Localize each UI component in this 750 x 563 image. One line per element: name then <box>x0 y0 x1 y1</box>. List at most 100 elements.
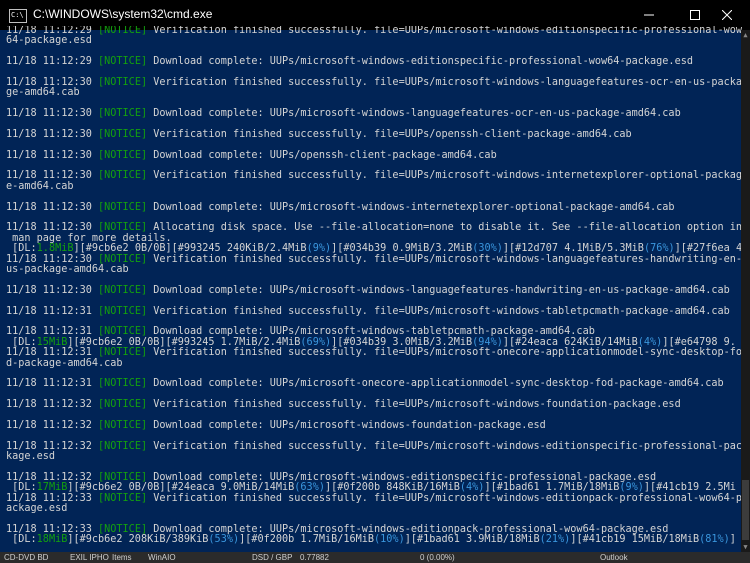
log-message: Download complete: UUPs/microsoft-window… <box>147 284 730 296</box>
timestamp: 11/18 11:12:32 <box>6 471 99 483</box>
progress-segment: [DL: <box>6 243 37 255</box>
progress-segment: ][#1bad61 3.9MiB/18MiB <box>404 534 540 546</box>
progress-percent: (53%) <box>208 534 240 546</box>
console-line: e-amd64.cab <box>6 181 744 192</box>
console-line: ackage.esd <box>6 503 744 514</box>
console-output[interactable]: 11/18 11:12:29 [NOTICE] Verification fin… <box>6 26 744 552</box>
progress-percent: (9%) <box>306 243 332 255</box>
console-line: 11/18 11:12:30 [NOTICE] Download complet… <box>6 284 744 296</box>
log-message: kage.esd <box>6 451 56 463</box>
log-message: Download complete: UUPs/microsoft-window… <box>147 471 657 483</box>
cmd-app-icon[interactable]: C:\ <box>9 9 27 23</box>
scrollbar-thumb[interactable] <box>742 480 749 540</box>
notice-tag: [NOTICE] <box>98 284 148 296</box>
notice-tag: [NOTICE] <box>98 523 148 535</box>
console-line: 64-package.esd <box>6 36 744 46</box>
timestamp: 11/18 11:12:33 <box>6 492 99 504</box>
progress-segment: ][#24eaca 624KiB/14MiB <box>502 336 638 348</box>
log-message: Download complete: UUPs/microsoft-window… <box>147 523 669 535</box>
log-message: Verification finished successfully. file… <box>147 253 743 265</box>
scroll-up-icon[interactable]: ▲ <box>741 30 750 40</box>
notice-tag: [NOTICE] <box>98 170 148 182</box>
timestamp: 11/18 11:12:30 <box>6 76 99 88</box>
notice-tag: [NOTICE] <box>98 108 148 120</box>
progress-segment: ][#9cb6e2 0B/0B][#993245 1.7MiB/2.4MiB <box>67 336 301 348</box>
log-message: us-package-amd64.cab <box>6 263 129 275</box>
taskbar: CD-DVD BD EXIL IPHO Items WinAIO DSD / GBP 0.… <box>0 552 750 563</box>
timestamp: 11/18 11:12:33 <box>6 523 99 535</box>
progress-segment: ][#41cb19 2.5Mi <box>643 482 736 494</box>
log-message: Verification finished successfully. file… <box>147 76 743 88</box>
console-line: 11/18 11:12:30 [NOTICE] Download complet… <box>6 108 744 120</box>
taskbar-item[interactable]: WinAIO <box>148 553 176 562</box>
progress-segment: 18MiB <box>36 534 68 546</box>
log-message: Verification finished successfully. file… <box>147 492 743 504</box>
notice-tag: [NOTICE] <box>98 399 148 411</box>
log-message: Verification finished successfully. file… <box>147 347 743 359</box>
progress-segment: [DL: <box>6 336 37 348</box>
timestamp: 11/18 11:12:31 <box>6 347 99 359</box>
console-line: 11/18 11:12:30 [NOTICE] Download complet… <box>6 201 744 213</box>
console-line: 11/18 11:12:29 [NOTICE] Verification fin… <box>6 26 744 36</box>
taskbar-item[interactable]: DSD / GBP <box>252 553 292 562</box>
timestamp: 11/18 11:12:31 <box>6 378 99 390</box>
console-line: 11/18 11:12:33 [NOTICE] Verification fin… <box>6 492 744 504</box>
app-icon-label: C:\ <box>11 11 24 19</box>
console-line: 11/18 11:12:30 [NOTICE] Verification fin… <box>6 76 744 88</box>
progress-segment: ][#0f200b 848KiB/16MiB <box>324 482 460 494</box>
scroll-down-icon[interactable]: ▼ <box>741 542 750 552</box>
taskbar-item[interactable]: 0.77882 <box>300 553 329 562</box>
timestamp: 11/18 11:12:30 <box>6 201 99 213</box>
progress-segment: [DL: <box>6 534 37 546</box>
console-line: ge-amd64.cab <box>6 88 744 98</box>
log-message: Verification finished successfully. file… <box>147 170 743 182</box>
taskbar-item[interactable]: 0 (0.00%) <box>420 553 455 562</box>
progress-percent: (10%) <box>374 534 405 546</box>
log-message: Download complete: UUPs/microsoft-onecor… <box>147 378 724 390</box>
timestamp: 11/18 11:12:32 <box>6 419 99 431</box>
progress-percent: (21%) <box>539 534 571 546</box>
console-line: 11/18 11:12:30 [NOTICE] Verification fin… <box>6 128 744 140</box>
cmd-window: C:\ C:\WINDOWS\system32\cmd.exe 11/18 11… <box>0 0 750 552</box>
progress-percent: (63%) <box>294 482 325 494</box>
timestamp: 11/18 11:12:29 <box>6 56 99 68</box>
console-line: 11/18 11:12:31 [NOTICE] Download complet… <box>6 379 744 389</box>
console-line: kage.esd <box>6 451 744 463</box>
minimize-icon <box>644 14 654 16</box>
notice-tag: [NOTICE] <box>98 471 148 483</box>
log-message: Verification finished successfully. file… <box>147 305 730 317</box>
progress-segment: [DL: <box>6 482 37 494</box>
vertical-scrollbar[interactable]: ▲ ▼ <box>741 30 750 552</box>
notice-tag: [NOTICE] <box>98 326 148 338</box>
progress-segment: 1.8MiB <box>36 243 74 255</box>
log-message: Verification finished successfully. file… <box>147 440 743 452</box>
progress-segment: ][#1bad61 1.7MiB/18MiB <box>484 482 620 494</box>
progress-segment: ][#9cb6e2 0B/0B][#24eaca 9.0MiB/14MiB <box>67 482 295 494</box>
progress-segment: ][#034b39 0.9MiB/3.2MiB <box>331 243 473 255</box>
progress-segment: 17MiB <box>36 482 68 494</box>
progress-percent: (9%) <box>619 482 644 494</box>
notice-tag: [NOTICE] <box>98 128 148 140</box>
taskbar-item[interactable]: EXIL IPHO <box>70 553 109 562</box>
console-line: us-package-amd64.cab <box>6 263 744 275</box>
progress-percent: (4%) <box>459 482 485 494</box>
notice-tag: [NOTICE] <box>98 378 148 390</box>
notice-tag: [NOTICE] <box>98 149 148 161</box>
console-line: 11/18 11:12:32 [NOTICE] Verification fin… <box>6 399 744 411</box>
progress-segment: ][#e64798 9. <box>662 336 736 348</box>
console-line: 11/18 11:12:31 [NOTICE] Verification fin… <box>6 305 744 317</box>
log-message: ge-amd64.cab <box>6 87 80 99</box>
progress-segment: ][#41cb19 15MiB/18MiB <box>570 534 700 546</box>
timestamp: 11/18 11:12:30 <box>6 149 99 161</box>
log-message: Download complete: UUPs/microsoft-window… <box>147 201 675 213</box>
progress-percent: (4%) <box>637 336 663 348</box>
log-message: 64-package.esd <box>6 35 92 47</box>
taskbar-item[interactable]: CD-DVD BD <box>4 553 48 562</box>
taskbar-item[interactable]: Outlook <box>600 553 628 562</box>
progress-segment: ][#0f200b 1.7MiB/16MiB <box>239 534 375 546</box>
console-line: 11/18 11:12:29 [NOTICE] Download complet… <box>6 56 744 68</box>
console-line: 11/18 11:12:32 [NOTICE] Download complet… <box>6 419 744 431</box>
progress-segment: ][#12d707 4.1MiB/5.3MiB <box>502 243 644 255</box>
log-message: d-package-amd64.cab <box>6 357 123 369</box>
taskbar-item[interactable]: Items <box>112 553 132 562</box>
